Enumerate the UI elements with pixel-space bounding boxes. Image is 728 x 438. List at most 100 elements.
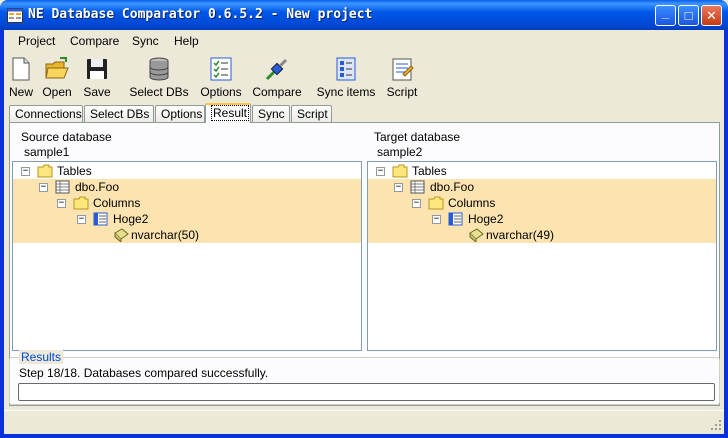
column-icon (448, 212, 463, 226)
tab-select-dbs-label: Select DBs (90, 107, 150, 121)
tab-select-dbs[interactable]: Select DBs (84, 105, 154, 122)
toolbar: New Open Save Select DBs Options Compare… (4, 54, 724, 102)
close-icon: ✕ (706, 7, 717, 23)
select-dbs-button[interactable]: Select DBs (128, 56, 190, 99)
datatype-icon (469, 228, 484, 242)
close-button[interactable]: ✕ (701, 5, 722, 26)
collapse-icon[interactable]: − (77, 215, 86, 224)
tree-node-label: Columns (93, 196, 141, 210)
maximize-icon: □ (684, 8, 693, 23)
script-icon (392, 58, 414, 81)
title-bar[interactable]: NE Database Comparator 0.6.5.2 - New pro… (0, 0, 728, 30)
save-button[interactable]: Save (82, 56, 112, 99)
tree-node[interactable]: − Tables (13, 163, 361, 179)
collapse-icon[interactable]: − (432, 215, 441, 224)
tree-node-label: Columns (448, 196, 496, 210)
menu-sync-label: Sync (132, 34, 159, 48)
tab-connections-label: Connections (15, 107, 82, 121)
tree-node[interactable]: − dbo.Foo (13, 179, 361, 195)
tab-sync[interactable]: Sync (252, 105, 290, 122)
tab-script[interactable]: Script (291, 105, 332, 122)
datatype-icon (114, 228, 129, 242)
menu-help-label: Help (174, 34, 199, 48)
menu-project[interactable]: Project (18, 34, 55, 48)
collapse-icon[interactable]: − (57, 199, 66, 208)
results-group: Results Step 18/18. Databases compared s… (9, 350, 720, 406)
folder-icon (37, 164, 53, 178)
tab-connections[interactable]: Connections (9, 105, 83, 122)
tab-result-label: Result (211, 105, 250, 121)
options-button[interactable]: Options (200, 56, 242, 99)
collapse-icon[interactable]: − (412, 199, 421, 208)
compare-plug-icon (265, 58, 288, 81)
collapse-icon[interactable]: − (21, 167, 30, 176)
results-message: Step 18/18. Databases compared successfu… (19, 366, 269, 380)
tree-node-label: Tables (57, 164, 92, 178)
tree-node-label: nvarchar(50) (131, 228, 200, 242)
tab-options-label: Options (161, 107, 203, 121)
tree-node-label: nvarchar(49) (486, 228, 555, 242)
open-folder-icon (45, 57, 69, 79)
progress-bar (18, 383, 715, 401)
table-icon (410, 180, 425, 194)
new-button[interactable]: New (8, 56, 34, 99)
menu-sync[interactable]: Sync (132, 34, 159, 48)
tree-node[interactable]: nvarchar(50) (13, 227, 361, 243)
window-title: NE Database Comparator 0.6.5.2 - New pro… (28, 7, 373, 22)
menu-compare[interactable]: Compare (70, 34, 119, 48)
compare-label: Compare (252, 85, 302, 99)
tree-node[interactable]: nvarchar(49) (368, 227, 716, 243)
menu-bar: Project Compare Sync Help (4, 30, 724, 52)
tab-sync-label: Sync (258, 107, 285, 121)
options-label: Options (200, 85, 242, 99)
tree-node-label: Tables (412, 164, 447, 178)
new-label: New (8, 85, 33, 99)
source-heading: Source database (21, 130, 112, 144)
tree-node[interactable]: − Tables (368, 163, 716, 179)
save-label: Save (83, 85, 111, 99)
minimize-icon: _ (661, 5, 670, 20)
target-tree[interactable]: − Tables − dbo.Foo − Columns − Hoge2 nva… (367, 161, 717, 351)
tree-node-label: Hoge2 (468, 212, 504, 226)
source-db-name: sample1 (24, 145, 70, 159)
table-icon (55, 180, 70, 194)
script-button[interactable]: Script (384, 56, 420, 99)
tree-node[interactable]: − Hoge2 (13, 211, 361, 227)
column-icon (93, 212, 108, 226)
tree-node[interactable]: − Hoge2 (368, 211, 716, 227)
database-icon (149, 57, 169, 81)
collapse-icon[interactable]: − (39, 183, 48, 192)
collapse-icon[interactable]: − (394, 183, 403, 192)
open-button[interactable]: Open (42, 56, 72, 99)
tab-options[interactable]: Options (155, 105, 205, 122)
menu-help[interactable]: Help (174, 34, 199, 48)
folder-icon (428, 196, 444, 210)
app-window: NE Database Comparator 0.6.5.2 - New pro… (0, 0, 728, 438)
floppy-disk-icon (87, 59, 107, 79)
sync-items-label: Sync items (316, 85, 376, 99)
collapse-icon[interactable]: − (376, 167, 385, 176)
select-dbs-label: Select DBs (129, 85, 189, 99)
open-label: Open (42, 85, 72, 99)
compare-button[interactable]: Compare (252, 56, 302, 99)
tab-result[interactable]: Result (205, 103, 251, 123)
tab-script-label: Script (297, 107, 328, 121)
target-db-name: sample2 (377, 145, 423, 159)
tree-node[interactable]: − Columns (13, 195, 361, 211)
script-label: Script (386, 85, 418, 99)
menu-project-label: Project (18, 34, 56, 48)
tree-node[interactable]: − dbo.Foo (368, 179, 716, 195)
target-heading: Target database (374, 130, 461, 144)
maximize-button[interactable]: □ (678, 5, 699, 26)
resize-grip-icon[interactable] (710, 419, 722, 431)
folder-icon (73, 196, 89, 210)
tree-node[interactable]: − Columns (368, 195, 716, 211)
tree-node-label: Hoge2 (113, 212, 149, 226)
new-document-icon (12, 57, 30, 81)
folder-icon (392, 164, 408, 178)
client-area: Project Compare Sync Help New Open Save … (4, 30, 724, 434)
sync-list-icon (336, 57, 356, 81)
minimize-button[interactable]: _ (655, 5, 676, 26)
source-tree[interactable]: − Tables − dbo.Foo − Columns − Hoge2 nva… (12, 161, 362, 351)
sync-items-button[interactable]: Sync items (316, 56, 376, 99)
